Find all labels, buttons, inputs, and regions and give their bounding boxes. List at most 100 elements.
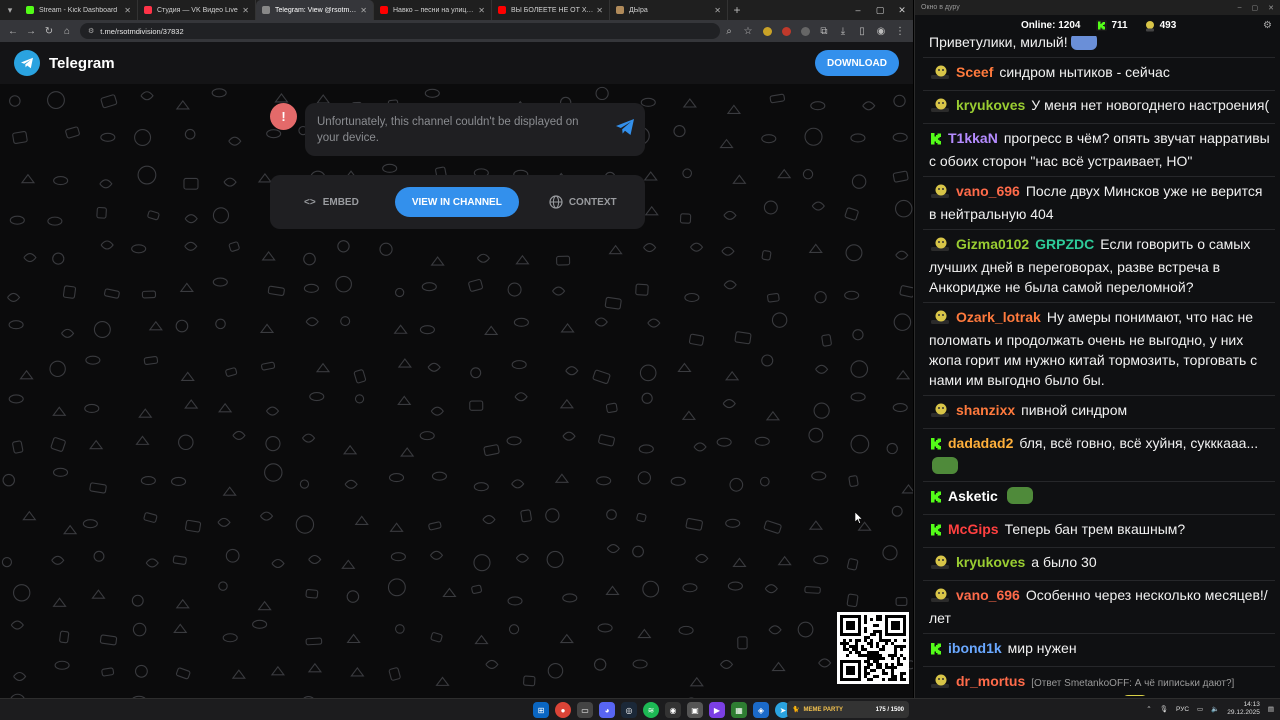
chat-username[interactable]: Gizma0102 (956, 236, 1029, 252)
view-in-channel-button[interactable]: VIEW IN CHANNEL (394, 187, 519, 217)
doodle-shape (737, 636, 748, 650)
steam-icon[interactable]: ◎ (621, 702, 637, 718)
app-icon[interactable]: ◈ (753, 702, 769, 718)
chat-username[interactable]: kryukoves (956, 554, 1025, 570)
meme-party-widget[interactable]: 🐈 MEME PARTY 175 / 1500 (787, 701, 909, 718)
app-icon[interactable]: ▦ (731, 702, 747, 718)
address-bar[interactable]: ⚙ t.me/rsotmdivision/37832 (80, 23, 720, 39)
obs-icon[interactable]: ◉ (665, 702, 681, 718)
vk-badge-icon (929, 673, 951, 694)
sidebar-icon[interactable]: ▯ (853, 22, 871, 40)
network-icon[interactable]: ▭ (1197, 705, 1203, 713)
doodle-shape (845, 244, 863, 262)
browser-tab[interactable]: ВЫ БОЛЕЕТЕ НЕ ОТ ХОЛОДА✕ (492, 0, 610, 20)
doodle-shape (608, 244, 623, 255)
doodle-shape (850, 360, 869, 378)
chat-username-secondary[interactable]: GRPZDC (1035, 236, 1094, 252)
microphone-icon[interactable]: 🎙 (1160, 705, 1168, 713)
close-icon[interactable]: ✕ (891, 5, 913, 16)
back-icon[interactable]: ← (4, 22, 22, 40)
kick-badge-icon (929, 436, 943, 456)
home-icon[interactable]: ⌂ (58, 22, 76, 40)
app-icon[interactable]: ▣ (687, 702, 703, 718)
tab-close-icon[interactable]: ✕ (714, 6, 721, 15)
maximize-icon[interactable]: ▢ (1252, 4, 1259, 12)
download-button[interactable]: DOWNLOAD (815, 50, 899, 76)
doodle-shape (682, 168, 693, 179)
chat-settings-icon[interactable]: ⚙ (1263, 20, 1272, 31)
doodle-shape (767, 292, 780, 303)
qr-module (867, 672, 870, 675)
zoom-icon[interactable]: ⌕ (720, 22, 738, 40)
doodle-shape (424, 88, 440, 98)
browser-tab[interactable]: Студия — VK Видео Live ✕ (138, 0, 256, 20)
tray-chevron-icon[interactable]: ⌃ (1146, 705, 1151, 713)
chat-username[interactable]: vano_696 (956, 587, 1020, 603)
chat-username[interactable]: dadadad2 (948, 435, 1013, 451)
chat-username[interactable]: Asketic (948, 488, 998, 504)
browser-tab[interactable]: ДЫра ✕ (610, 0, 728, 20)
tab-close-icon[interactable]: ✕ (596, 6, 603, 15)
chat-username[interactable]: ibond1k (948, 640, 1002, 656)
tab-search-icon[interactable]: ▾ (0, 0, 20, 20)
download-icon[interactable]: ⤓ (834, 22, 852, 40)
doodle-shape (140, 91, 154, 101)
tab-close-icon[interactable]: ✕ (360, 6, 367, 15)
browser-tab[interactable]: Telegram: View @rsotmdivision✕ (256, 0, 374, 20)
chat-message: vano_696 После двух Минсков уже не веритс… (923, 177, 1275, 230)
tab-close-icon[interactable]: ✕ (124, 6, 131, 15)
telegram-logo-icon[interactable] (14, 50, 40, 76)
volume-icon[interactable]: 🔈 (1211, 705, 1219, 713)
telegram-brand[interactable]: Telegram (49, 55, 115, 72)
maximize-icon[interactable]: ▢ (869, 5, 891, 16)
notifications-icon[interactable]: ▤ (1268, 705, 1274, 713)
file-explorer-icon[interactable]: ▭ (577, 702, 593, 718)
doodle-shape (93, 321, 111, 339)
menu-icon[interactable]: ⋮ (891, 22, 909, 40)
forward-icon[interactable]: → (22, 22, 40, 40)
spotify-icon[interactable]: ≋ (643, 702, 659, 718)
minimize-icon[interactable]: – (1238, 4, 1242, 12)
embed-button[interactable]: <> EMBED (304, 197, 359, 208)
chat-username[interactable]: T1kkaN (948, 130, 998, 146)
extension-icon[interactable] (758, 22, 776, 40)
site-info-icon[interactable]: ⚙ (88, 27, 94, 35)
chat-message: McGips Теперь бан трем вкашным? (923, 515, 1275, 548)
extensions-puzzle-icon[interactable]: ⧉ (815, 22, 833, 40)
extension-icon[interactable] (796, 22, 814, 40)
clock[interactable]: 14:13 29.12.2025 (1227, 701, 1260, 717)
start-icon[interactable]: ⊞ (533, 702, 549, 718)
tab-close-icon[interactable]: ✕ (242, 6, 249, 15)
chat-username[interactable]: shanzixx (956, 402, 1015, 418)
language-indicator[interactable]: РУС (1176, 706, 1189, 713)
bookmark-star-icon[interactable]: ☆ (739, 22, 757, 40)
profile-icon[interactable]: ◉ (872, 22, 890, 40)
discord-icon[interactable]: ◕ (599, 702, 615, 718)
qr-finder (891, 621, 900, 630)
minimize-icon[interactable]: – (847, 5, 869, 16)
chat-username[interactable]: dr_mortus (956, 673, 1025, 689)
new-tab-button[interactable]: + (728, 3, 746, 17)
browser-window: ▾ Stream - Kick Dashboard ✕ Студия — VK Ви… (0, 0, 913, 698)
reload-icon[interactable]: ↻ (40, 22, 58, 40)
doodle-shape (393, 324, 408, 334)
chat-username[interactable]: Ozark_lotrak (956, 309, 1041, 325)
chat-username[interactable]: vano_696 (956, 183, 1020, 199)
qr-module (873, 630, 876, 633)
browser-tab[interactable]: Навко – песни на улицах, ары...✕ (374, 0, 492, 20)
media-player-icon[interactable]: ▶ (709, 702, 725, 718)
context-button[interactable]: CONTEXT (549, 195, 617, 209)
doodle-shape (777, 168, 792, 179)
tab-close-icon[interactable]: ✕ (478, 6, 485, 15)
qr-module (894, 645, 897, 648)
qr-module (876, 651, 879, 654)
doodle-shape (96, 206, 107, 219)
extension-icon[interactable] (777, 22, 795, 40)
browser-tab[interactable]: Stream - Kick Dashboard ✕ (20, 0, 138, 20)
chrome-icon[interactable]: ● (555, 702, 571, 718)
chat-username[interactable]: kryukoves (956, 97, 1025, 113)
chat-username[interactable]: Sceef (956, 64, 993, 80)
close-icon[interactable]: ✕ (1268, 4, 1274, 12)
chat-username[interactable]: McGips (948, 521, 999, 537)
chat-message-list[interactable]: Приветулики, милый! Sceef синдром нытиков … (923, 36, 1275, 696)
